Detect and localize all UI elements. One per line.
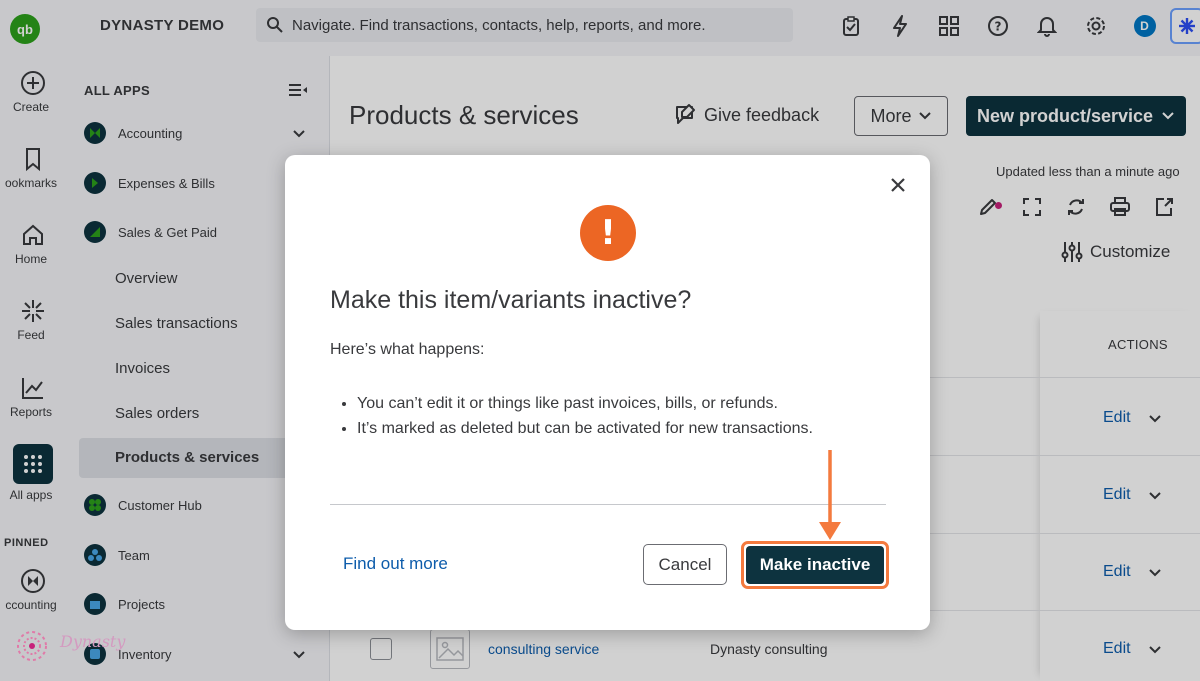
- dialog-bullets: You can’t edit it or things like past in…: [357, 395, 813, 445]
- make-inactive-dialog: ! Make this item/variants inactive? Here…: [285, 155, 930, 630]
- cancel-button[interactable]: Cancel: [643, 544, 727, 585]
- warning-icon: !: [580, 205, 636, 261]
- dialog-title: Make this item/variants inactive?: [330, 286, 692, 314]
- make-inactive-button[interactable]: Make inactive: [746, 546, 884, 584]
- dialog-subtitle: Here’s what happens:: [330, 341, 485, 358]
- annotation-arrow-icon: [819, 450, 841, 540]
- dialog-bullet: You can’t edit it or things like past in…: [357, 395, 813, 413]
- dialog-divider: [330, 504, 886, 505]
- dialog-bullet: It’s marked as deleted but can be activa…: [357, 420, 813, 438]
- find-out-more-link[interactable]: Find out more: [343, 554, 448, 574]
- watermark-text: Dynasty: [60, 632, 126, 651]
- close-icon[interactable]: [887, 174, 909, 196]
